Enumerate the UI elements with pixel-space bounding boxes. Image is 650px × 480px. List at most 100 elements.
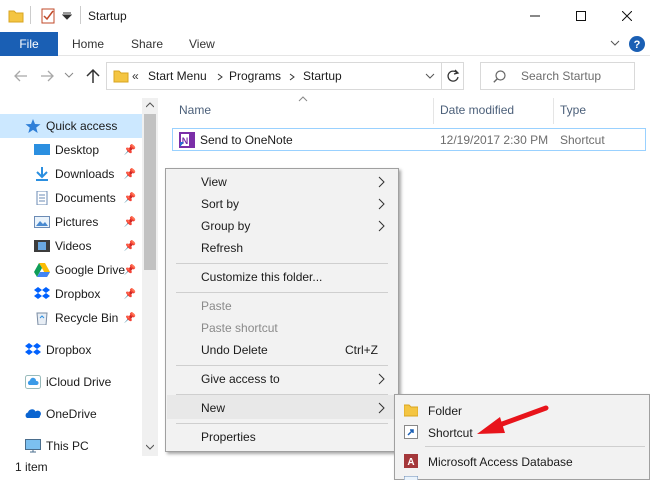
chevron-down-icon[interactable]: [610, 40, 620, 48]
tab-view[interactable]: View: [189, 32, 215, 56]
sidebar-item-this-pc[interactable]: This PC: [0, 434, 142, 458]
pc-icon: [25, 439, 41, 453]
pin-icon[interactable]: 📌: [124, 145, 136, 156]
sidebar-item-quick-access[interactable]: Quick access: [0, 114, 142, 138]
sidebar-scroll-thumb[interactable]: [144, 114, 156, 270]
breadcrumb-start-menu[interactable]: Start Menu: [148, 69, 207, 83]
chevron-right-icon[interactable]: [289, 73, 295, 81]
pin-icon[interactable]: 📌: [124, 289, 136, 300]
back-arrow-icon[interactable]: [14, 70, 28, 82]
item-count: 1 item: [15, 460, 48, 474]
help-icon[interactable]: ?: [628, 35, 646, 53]
sidebar-item-label: Dropbox: [46, 343, 92, 357]
up-arrow-icon[interactable]: [86, 68, 100, 84]
properties-icon[interactable]: [40, 8, 56, 24]
recent-locations-icon[interactable]: [64, 72, 74, 80]
menu-item-properties[interactable]: Properties: [201, 430, 256, 444]
folder-icon[interactable]: [8, 8, 24, 24]
pictures-icon: [34, 216, 50, 228]
search-icon: [493, 70, 506, 83]
submenu-arrow-icon: [378, 373, 385, 385]
sidebar-item-documents[interactable]: Documents 📌: [0, 186, 142, 210]
sidebar-item-label: Quick access: [46, 119, 118, 133]
menu-separator: [176, 292, 388, 293]
pin-icon[interactable]: 📌: [124, 169, 136, 180]
submenu-item-shortcut[interactable]: Shortcut: [428, 426, 473, 440]
pin-icon[interactable]: 📌: [124, 193, 136, 204]
tab-file[interactable]: File: [0, 32, 58, 56]
scroll-up-icon[interactable]: [146, 102, 154, 108]
pin-icon[interactable]: 📌: [124, 265, 136, 276]
title-bar: Startup: [0, 0, 650, 32]
menu-item-customize-folder[interactable]: Customize this folder...: [201, 270, 322, 284]
breadcrumb-startup[interactable]: Startup: [303, 69, 342, 83]
forward-arrow-icon[interactable]: [40, 70, 54, 82]
shortcut-icon: [404, 425, 418, 439]
submenu-item-access-database[interactable]: Microsoft Access Database: [428, 455, 573, 469]
chevron-down-icon[interactable]: [425, 73, 435, 81]
sidebar-item-recycle-bin[interactable]: Recycle Bin 📌: [0, 306, 142, 330]
maximize-icon: [576, 11, 586, 21]
column-header-date-modified[interactable]: Date modified: [440, 103, 514, 117]
tab-home[interactable]: Home: [72, 32, 104, 56]
column-separator[interactable]: [433, 98, 434, 124]
sidebar-item-videos[interactable]: Videos 📌: [0, 234, 142, 258]
sidebar-item-label: Documents: [55, 191, 116, 205]
sort-ascending-icon: [298, 96, 308, 102]
search-input[interactable]: Search Startup: [521, 69, 601, 83]
column-header-type[interactable]: Type: [560, 103, 586, 117]
folder-icon: [404, 404, 418, 417]
scroll-down-icon[interactable]: [146, 444, 154, 450]
menu-separator: [176, 423, 388, 424]
menu-item-refresh[interactable]: Refresh: [201, 241, 243, 255]
address-bar[interactable]: « Start Menu Programs Startup: [106, 62, 464, 90]
close-button[interactable]: [604, 0, 650, 32]
menu-item-undo-delete[interactable]: Undo Delete: [201, 343, 268, 357]
maximize-button[interactable]: [558, 0, 604, 32]
minimize-button[interactable]: [512, 0, 558, 32]
menu-item-group-by[interactable]: Group by: [201, 219, 250, 233]
menu-shortcut-undo: Ctrl+Z: [345, 343, 378, 357]
sidebar-item-label: Desktop: [55, 143, 100, 157]
column-separator[interactable]: [553, 98, 554, 124]
submenu-arrow-icon: [378, 176, 385, 188]
menu-separator: [176, 365, 388, 366]
sidebar-item-icloud-drive[interactable]: iCloud Drive: [0, 370, 142, 394]
sidebar-item-dropbox[interactable]: Dropbox: [0, 338, 142, 362]
sidebar-item-google-drive[interactable]: Google Drive 📌: [0, 258, 142, 282]
search-box[interactable]: Search Startup: [480, 62, 635, 90]
close-icon: [622, 11, 632, 21]
column-header-name[interactable]: Name: [179, 103, 211, 117]
pin-icon[interactable]: 📌: [124, 313, 136, 324]
tab-share[interactable]: Share: [131, 32, 163, 56]
star-icon: [25, 119, 41, 133]
divider: [441, 63, 442, 89]
menu-item-sort-by[interactable]: Sort by: [201, 197, 239, 211]
sidebar-item-pictures[interactable]: Pictures 📌: [0, 210, 142, 234]
pin-icon[interactable]: 📌: [124, 241, 136, 252]
breadcrumb-programs[interactable]: Programs: [229, 69, 281, 83]
dropbox-icon: [34, 287, 50, 299]
sidebar-item-label: Videos: [55, 239, 92, 253]
document-icon: [36, 191, 48, 205]
menu-item-paste: Paste: [201, 299, 232, 313]
customize-quick-access-icon[interactable]: [62, 12, 72, 20]
sidebar-item-label: Pictures: [55, 215, 99, 229]
table-row[interactable]: N Send to OneNote 12/19/2017 2:30 PM Sho…: [172, 128, 646, 151]
sidebar-item-downloads[interactable]: Downloads 📌: [0, 162, 142, 186]
menu-item-give-access[interactable]: Give access to: [201, 372, 280, 386]
chevron-right-icon[interactable]: [217, 73, 223, 81]
icloud-icon: [25, 375, 41, 389]
ribbon: File Home Share View ?: [0, 32, 650, 56]
sidebar-item-desktop[interactable]: Desktop 📌: [0, 138, 142, 162]
submenu-arrow-icon: [378, 220, 385, 232]
menu-item-new[interactable]: New: [201, 401, 225, 415]
menu-separator: [176, 263, 388, 264]
submenu-item-folder[interactable]: Folder: [428, 404, 462, 418]
breadcrumb-overflow[interactable]: «: [132, 69, 139, 83]
menu-item-view[interactable]: View: [201, 175, 227, 189]
sidebar-item-onedrive[interactable]: OneDrive: [0, 402, 142, 426]
pin-icon[interactable]: 📌: [124, 217, 136, 228]
refresh-icon[interactable]: [446, 69, 460, 83]
sidebar-item-dropbox-pinned[interactable]: Dropbox 📌: [0, 282, 142, 306]
